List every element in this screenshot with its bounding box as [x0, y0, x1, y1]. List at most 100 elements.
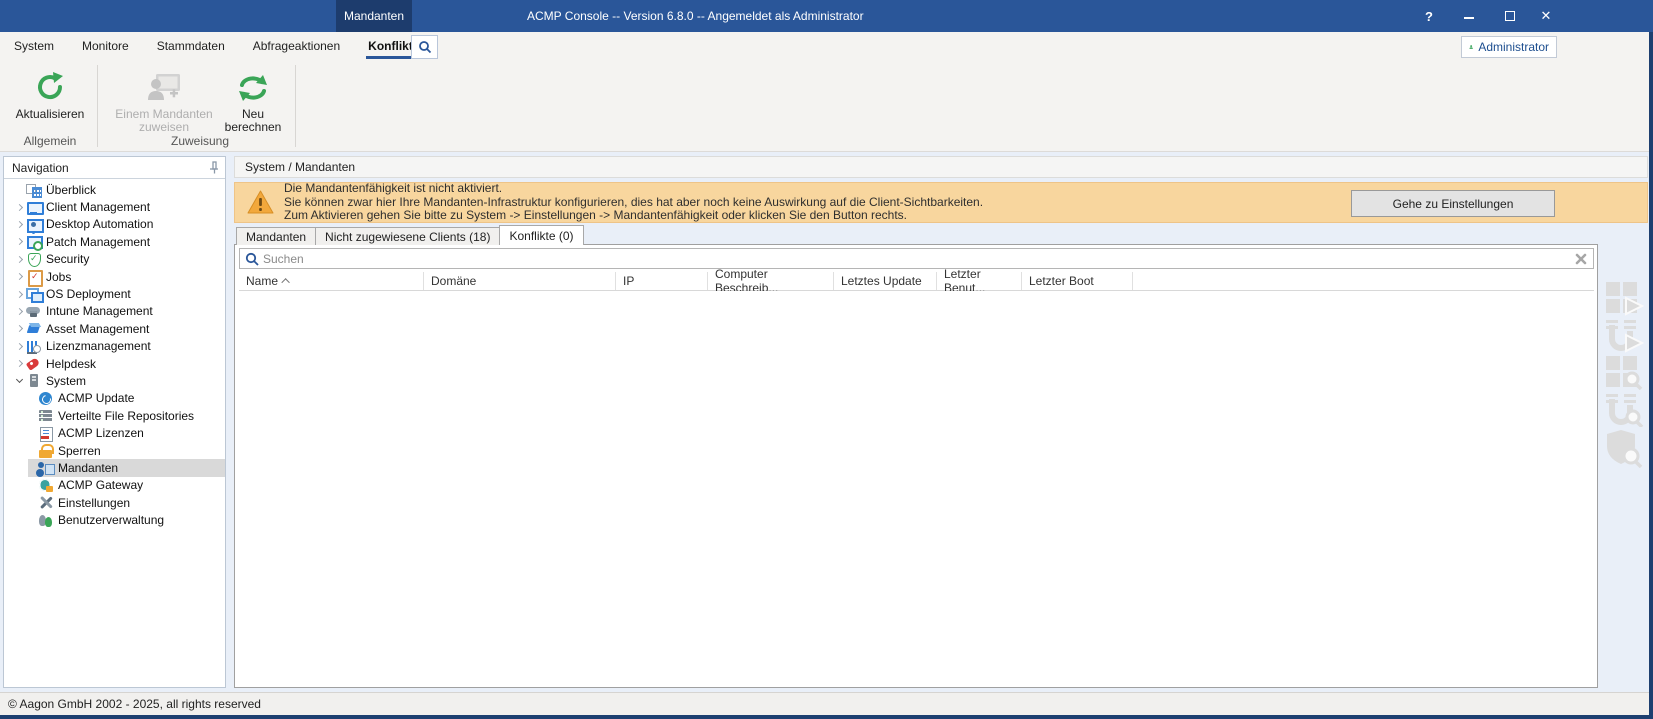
- warning-line-1: Die Mandantenfähigkeit ist nicht aktivie…: [284, 182, 983, 195]
- ribbon-group-allgemein: Allgemein: [8, 134, 92, 148]
- chevron-right-icon[interactable]: [15, 221, 22, 228]
- sidebar-item-sperren[interactable]: Sperren: [4, 442, 225, 459]
- warning-line-2: Sie können zwar hier Ihre Mandanten-Infr…: [284, 196, 983, 209]
- tab-mandanten[interactable]: Mandanten: [236, 227, 316, 245]
- sidebar-item-lizenzmanagement[interactable]: Lizenzmanagement: [4, 338, 225, 355]
- side-action-strip: [1604, 280, 1646, 468]
- ribbon-group-zuweisung: Zuweisung: [113, 134, 287, 148]
- menu-item-system[interactable]: System: [14, 32, 54, 60]
- refresh-icon: [33, 70, 67, 104]
- sidebar-item-label: OS Deployment: [46, 287, 131, 301]
- sidebar-item-ueberblick[interactable]: Überblick: [4, 181, 225, 198]
- sidebar-item-client-management[interactable]: Client Management: [4, 198, 225, 215]
- sidebar-item-acmp-update[interactable]: ACMP Update: [4, 390, 225, 407]
- column-header-letzter-benutzer[interactable]: Letzter Benut...: [937, 272, 1022, 290]
- titlebar-tab-mandanten[interactable]: Mandanten: [336, 0, 412, 32]
- acmp-lizenzen-icon: [38, 426, 53, 441]
- sidebar-item-label: Client Management: [46, 200, 150, 214]
- clear-search-button[interactable]: [1573, 251, 1589, 267]
- gehe-zu-einstellungen-button[interactable]: Gehe zu Einstellungen: [1351, 190, 1555, 217]
- close-button[interactable]: ✕: [1529, 0, 1563, 32]
- sidebar-item-patch-management[interactable]: Patch Management: [4, 233, 225, 250]
- window-frame-right: [1649, 32, 1653, 719]
- menu-item-stammdaten[interactable]: Stammdaten: [157, 32, 225, 60]
- menu-item-monitore[interactable]: Monitore: [82, 32, 129, 60]
- sidebar-item-acmp-lizenzen[interactable]: ACMP Lizenzen: [4, 424, 225, 441]
- chevron-right-icon[interactable]: [15, 256, 22, 263]
- titlebar-tab-label: Mandanten: [344, 9, 404, 23]
- chevron-right-icon[interactable]: [15, 290, 22, 297]
- grid-play-icon: [1604, 280, 1644, 316]
- assign-client-icon: [146, 70, 182, 104]
- maximize-button[interactable]: [1493, 0, 1527, 32]
- pin-icon[interactable]: [206, 161, 219, 174]
- aktualisieren-button[interactable]: Aktualisieren: [8, 64, 92, 121]
- sort-ascending-icon: [281, 278, 289, 286]
- tab-nicht-zugewiesene-clients[interactable]: Nicht zugewiesene Clients (18): [315, 227, 500, 245]
- chevron-right-icon[interactable]: [15, 343, 22, 350]
- neu-berechnen-button[interactable]: Neu berechnen: [219, 64, 287, 134]
- sidebar-item-asset-management[interactable]: Asset Management: [4, 320, 225, 337]
- ribbon: Aktualisieren Einem Mandanten zuweisen: [0, 60, 1649, 152]
- acmp-console-window: Mandanten ACMP Console -- Version 6.8.0 …: [0, 0, 1653, 719]
- sidebar-item-desktop-automation[interactable]: Desktop Automation: [4, 216, 225, 233]
- copyright-text: © Aagon GmbH 2002 - 2025, all rights res…: [8, 697, 261, 711]
- einem-mandanten-zuweisen-label: Einem Mandanten zuweisen: [113, 108, 215, 134]
- sidebar-item-label: Sperren: [58, 444, 101, 458]
- search-box[interactable]: [239, 248, 1594, 269]
- titlebar[interactable]: Mandanten ACMP Console -- Version 6.8.0 …: [0, 0, 1653, 32]
- chevron-right-icon[interactable]: [15, 204, 22, 211]
- sidebar-item-jobs[interactable]: Jobs: [4, 268, 225, 285]
- sidebar-item-helpdesk[interactable]: Helpdesk: [4, 355, 225, 372]
- administrator-button[interactable]: Administrator: [1461, 36, 1557, 58]
- sidebar-item-label: Desktop Automation: [46, 217, 153, 231]
- chevron-right-icon[interactable]: [15, 360, 22, 367]
- sidebar-item-system[interactable]: System: [4, 372, 225, 389]
- chevron-down-icon[interactable]: [15, 376, 22, 383]
- minimize-button[interactable]: [1452, 0, 1486, 32]
- chevron-right-icon[interactable]: [15, 273, 22, 280]
- sidebar-item-acmp-gateway[interactable]: ACMP Gateway: [4, 477, 225, 494]
- sidebar-item-label: ACMP Update: [58, 391, 134, 405]
- sidebar-item-intune-management[interactable]: Intune Management: [4, 303, 225, 320]
- desktop-automation-icon: [26, 217, 41, 232]
- sidebar-item-security[interactable]: Security: [4, 251, 225, 268]
- navigation-title: Navigation: [12, 161, 69, 175]
- os-deployment-icon: [26, 287, 41, 302]
- help-icon: ?: [1425, 9, 1433, 24]
- sidebar-item-einstellungen[interactable]: Einstellungen: [4, 494, 225, 511]
- tab-konflikte[interactable]: Konflikte (0): [499, 225, 583, 245]
- help-button[interactable]: ?: [1412, 0, 1446, 32]
- sidebar-item-mandanten[interactable]: Mandanten: [4, 459, 225, 476]
- chevron-right-icon[interactable]: [15, 325, 22, 332]
- column-header-computer-beschreibung[interactable]: Computer Beschreib...: [708, 272, 834, 290]
- sidebar-item-os-deployment[interactable]: OS Deployment: [4, 285, 225, 302]
- sidebar-item-verteilte-file-repositories[interactable]: Verteilte File Repositories: [4, 407, 225, 424]
- minimize-icon: [1464, 17, 1474, 19]
- sidebar-item-label: Patch Management: [46, 235, 150, 249]
- warning-line-3: Zum Aktivieren gehen Sie bitte zu System…: [284, 209, 983, 222]
- column-header-name[interactable]: Name: [239, 272, 424, 290]
- menu-search-button[interactable]: [411, 35, 438, 59]
- konflikte-panel: Name Domäne IP Computer Beschreib... Let…: [234, 244, 1598, 688]
- update-search-icon: [1604, 391, 1644, 427]
- table-body-empty[interactable]: [239, 291, 1594, 683]
- lizenzmanagement-icon: [26, 339, 41, 354]
- users-icon: [38, 513, 53, 528]
- column-header-letzter-boot[interactable]: Letzter Boot: [1022, 272, 1133, 290]
- jobs-icon: [26, 269, 41, 284]
- sidebar-item-label: ACMP Lizenzen: [58, 426, 144, 440]
- column-header-ip[interactable]: IP: [616, 272, 708, 290]
- mandanten-icon: [38, 460, 53, 475]
- navigation-panel: Navigation Überblick Client Management: [3, 156, 226, 688]
- menubar: System Monitore Stammdaten Abfrageaktion…: [0, 32, 1649, 60]
- column-header-domaene[interactable]: Domäne: [424, 272, 616, 290]
- sidebar-item-benutzerverwaltung[interactable]: Benutzerverwaltung: [4, 511, 225, 528]
- warning-icon: [247, 190, 274, 215]
- chevron-right-icon[interactable]: [15, 238, 22, 245]
- column-header-letztes-update[interactable]: Letztes Update: [834, 272, 937, 290]
- search-input[interactable]: [263, 252, 1573, 266]
- table-header: Name Domäne IP Computer Beschreib... Let…: [239, 272, 1594, 291]
- chevron-right-icon[interactable]: [15, 308, 22, 315]
- menu-item-abfrageaktionen[interactable]: Abfrageaktionen: [253, 32, 340, 60]
